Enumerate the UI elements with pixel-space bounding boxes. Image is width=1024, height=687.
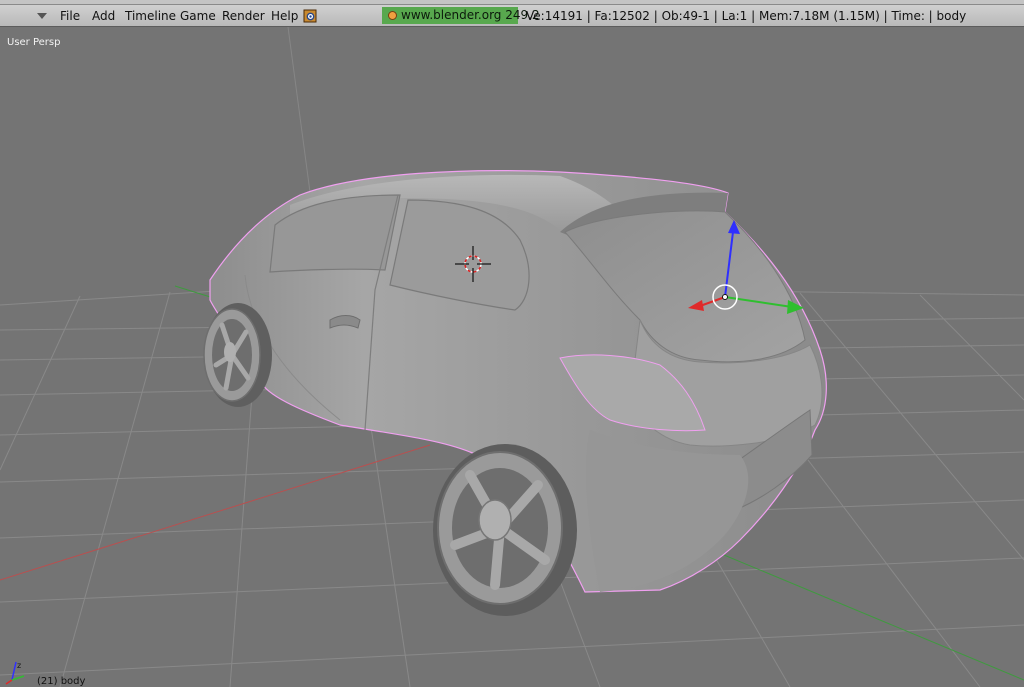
version-dot-icon [388, 11, 397, 20]
3d-scene[interactable]: z [0, 27, 1024, 687]
svg-text:z: z [17, 661, 21, 670]
3d-viewport[interactable]: z User Persp (21) body [0, 27, 1024, 687]
active-object-label: (21) body [37, 676, 86, 687]
triangle-down-icon[interactable] [36, 12, 48, 20]
menu-help[interactable]: Help [271, 9, 298, 23]
version-indicator[interactable]: www.blender.org 249.2 [382, 7, 540, 24]
menu-render[interactable]: Render [222, 9, 265, 23]
menu-timeline[interactable]: Timeline [125, 9, 176, 23]
view-mode-label: User Persp [7, 37, 61, 48]
scene-stats: Ve:14191 | Fa:12502 | Ob:49-1 | La:1 | M… [526, 9, 967, 23]
menu-add[interactable]: Add [92, 9, 115, 23]
blender-icon[interactable] [303, 9, 317, 23]
menu-game[interactable]: Game [180, 9, 216, 23]
rear-wheel [433, 444, 577, 616]
version-text: www.blender.org 249.2 [401, 8, 540, 22]
header-menubar: File Add Timeline Game Render Help www.b… [0, 5, 1024, 27]
front-wheel [203, 303, 272, 407]
menu-file[interactable]: File [60, 9, 80, 23]
